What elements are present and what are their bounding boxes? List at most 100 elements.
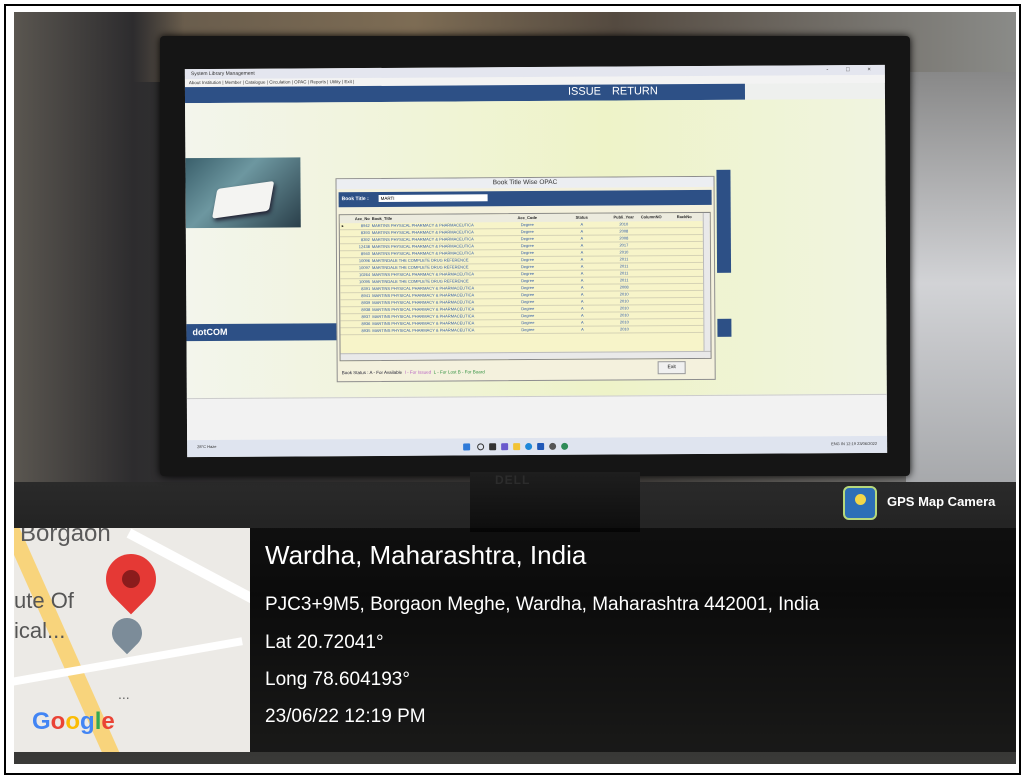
table-cell: 10096 [358, 258, 371, 264]
table-cell: A [580, 256, 584, 262]
status-issued: I - For Issued [404, 369, 432, 375]
table-cell: 10095 [358, 279, 371, 285]
table-cell: Degree [521, 299, 535, 305]
book-title-input[interactable] [378, 194, 488, 202]
gps-camera-icon [843, 486, 877, 520]
weather-widget[interactable]: 28°C Haze [197, 444, 216, 449]
school-pin-icon [105, 611, 149, 655]
table-cell: MARTINS PHYSICAL PHARMACY & PHARMACEUTIC… [371, 229, 474, 236]
table-cell: 8937 [361, 314, 371, 320]
table-cell: A [580, 235, 584, 241]
edge-icon[interactable] [525, 443, 533, 451]
table-cell: 8938 [361, 307, 371, 313]
google-logo: Google [32, 708, 115, 735]
table-cell: A [580, 249, 584, 255]
horizontal-scrollbar[interactable] [340, 350, 711, 361]
table-cell: A [580, 242, 584, 248]
table-cell: 2017 [619, 242, 629, 248]
column-header[interactable]: ColumnNO [641, 213, 675, 221]
map-place-label: ute Of ical... [14, 586, 74, 646]
lower-area [186, 393, 888, 442]
task-view-icon[interactable] [489, 443, 497, 451]
location-long: Long 78.604193° [265, 669, 410, 690]
store-icon[interactable] [537, 442, 545, 450]
table-cell: 2011 [619, 270, 629, 276]
table-cell: A [580, 221, 584, 227]
status-available: Book Status : A - For Available [341, 369, 403, 376]
exit-button[interactable]: Exit [657, 361, 686, 375]
results-grid[interactable]: Acc_No Book_Title Acc_Code Status Publi_Year… [338, 211, 712, 362]
opac-title: Book Title Wise OPAC [336, 176, 714, 190]
table-cell: Degree [521, 327, 535, 333]
app-screen: System Library Management - □ × About In… [184, 64, 888, 458]
table-cell: 8936 [361, 321, 371, 327]
table-cell: 2010 [619, 221, 629, 227]
return-button[interactable]: RETURN [612, 85, 658, 97]
status-lost: L - For Lost B - For Board [433, 369, 485, 375]
table-cell: MARTINDALE THE COMPLETE DRUG REFERENCE [371, 257, 469, 264]
column-header[interactable]: Publi_Year [609, 213, 639, 221]
table-cell: 2010 [619, 312, 629, 318]
table-row[interactable]: 8935 MARTINS PHYSICAL PHARMACY & PHARMACE… [340, 325, 711, 336]
table-cell: 8941 [361, 293, 371, 299]
map-dots: ... [118, 686, 130, 702]
table-cell: 2008 [619, 284, 629, 290]
search-row: Book Title : [338, 189, 712, 208]
library-app-icon[interactable] [561, 442, 569, 450]
table-cell: Degree [520, 243, 534, 249]
table-cell: Degree [521, 320, 535, 326]
gps-app-name: GPS Map Camera [887, 494, 996, 509]
table-cell: 2010 [619, 305, 629, 311]
search-label: Book Title : [341, 196, 369, 203]
table-cell: MARTINS PHYSICAL PHARMACY & PHARMACEUTIC… [371, 236, 474, 243]
table-cell: MARTINS PHYSICAL PHARMACY & PHARMACEUTIC… [372, 327, 475, 334]
table-cell: Degree [520, 229, 534, 235]
table-cell: MARTINS PHYSICAL PHARMACY & PHARMACEUTIC… [372, 320, 475, 327]
table-cell: 8939 [361, 300, 371, 306]
table-cell: MARTINS PHYSICAL PHARMACY & PHARMACEUTIC… [371, 243, 474, 250]
table-cell: 2010 [619, 319, 629, 325]
table-cell: MARTINS PHYSICAL PHARMACY & PHARMACEUTIC… [372, 285, 475, 292]
window-controls[interactable]: - □ × [826, 65, 879, 75]
map-place-line1: ute Of [14, 588, 74, 613]
logo: dotCOM [186, 323, 339, 342]
table-cell: 2011 [619, 277, 629, 283]
location-address: PJC3+9M5, Borgaon Meghe, Wardha, Maharas… [265, 594, 820, 615]
table-cell: 2010 [619, 249, 629, 255]
table-cell: MARTINDALE THE COMPLETE DRUG REFERENCE [372, 264, 469, 271]
search-icon[interactable] [477, 443, 485, 451]
table-cell: 8942 [360, 223, 370, 229]
table-cell: Degree [520, 257, 535, 263]
table-cell: A [580, 312, 584, 318]
table-cell: 10264 [358, 272, 371, 278]
table-cell: 12438 [358, 244, 370, 250]
table-cell: 2011 [619, 256, 629, 262]
system-tray[interactable]: ENG IN 12:19 23/06/2022 [831, 441, 877, 446]
table-cell: MARTINDALE THE COMPLETE DRUG REFERENCE [372, 278, 469, 285]
start-icon[interactable] [463, 443, 471, 451]
file-explorer-icon[interactable] [513, 443, 521, 451]
column-header[interactable]: RackNo [677, 213, 703, 221]
table-cell: A [580, 270, 584, 276]
table-cell: 8392 [360, 237, 370, 243]
table-cell: Degree [521, 292, 535, 298]
map-town-label: Borgaon [20, 528, 111, 547]
table-cell: 8935 [361, 328, 371, 334]
table-cell: A [580, 284, 584, 290]
app-icon[interactable] [549, 442, 557, 450]
vertical-scrollbar[interactable] [702, 212, 711, 358]
table-cell: A [581, 319, 584, 325]
table-cell: A [580, 263, 584, 269]
table-cell: 2011 [619, 263, 629, 269]
map-thumbnail: Borgaon ute Of ical... ... Google [14, 528, 250, 752]
table-cell: MARTINS PHYSICAL PHARMACY & PHARMACEUTIC… [372, 313, 475, 320]
table-cell: Degree [521, 278, 535, 284]
chat-icon[interactable] [501, 443, 509, 451]
location-city: Wardha, Maharashtra, India [265, 540, 587, 570]
window-title: System Library Management [190, 70, 255, 78]
column-header[interactable]: Acc_No [348, 215, 370, 223]
issue-button[interactable]: ISSUE [568, 86, 601, 98]
opac-window: Book Title Wise OPAC Book Title : Acc_No… [335, 175, 716, 383]
right-panel-bar-small [717, 318, 732, 337]
table-cell: Degree [520, 271, 535, 277]
